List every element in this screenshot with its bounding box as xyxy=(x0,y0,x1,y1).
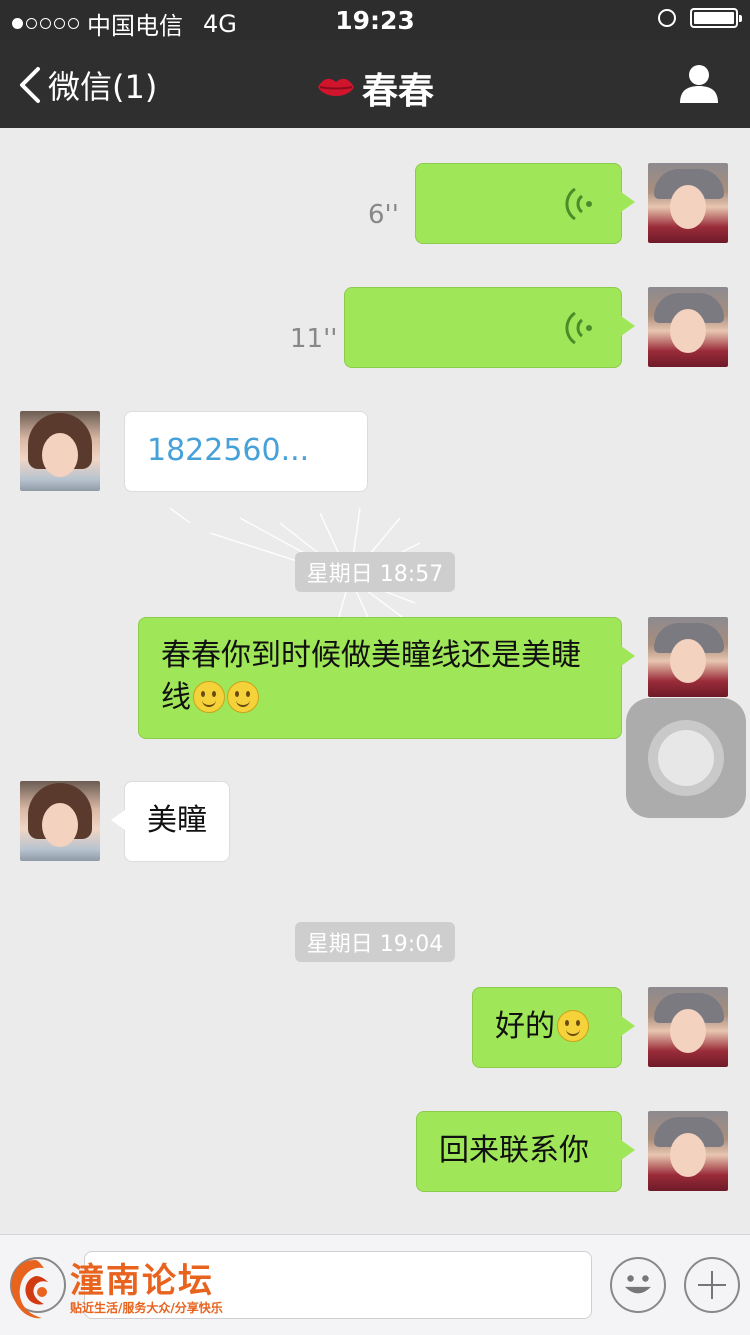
voice-wave-icon xyxy=(565,187,592,221)
contact-avatar[interactable] xyxy=(20,411,100,491)
my-avatar[interactable] xyxy=(648,617,728,697)
message-text: 美瞳 xyxy=(147,803,207,838)
message-text: 好的 xyxy=(495,1009,555,1044)
voice-message-bubble[interactable] xyxy=(415,163,635,244)
phone-number-text[interactable]: 1822560... xyxy=(147,433,309,468)
alarm-icon xyxy=(658,9,676,27)
text-message-bubble[interactable]: 好的 xyxy=(472,987,635,1068)
forum-watermark: 潼南论坛 贴近生活/服务大众/分享快乐 xyxy=(6,1254,223,1324)
chat-title: 春春 xyxy=(0,62,750,114)
status-bar: 中国电信 4G 19:23 xyxy=(0,0,750,40)
smile-emoji-icon xyxy=(227,681,259,713)
voice-duration: 11'' xyxy=(290,324,338,354)
text-message-bubble[interactable]: 美瞳 xyxy=(111,781,230,862)
message-text: 春春你到时候做美瞳线还是美睫线 xyxy=(161,638,581,715)
assistive-touch-button[interactable] xyxy=(626,698,746,818)
my-avatar[interactable] xyxy=(648,1111,728,1191)
timestamp: 星期日 19:04 xyxy=(0,922,750,962)
status-time: 19:23 xyxy=(335,6,415,35)
phone-number-bubble[interactable]: 1822560... xyxy=(124,411,368,492)
lips-icon xyxy=(317,78,354,96)
timestamp-label: 星期日 18:57 xyxy=(294,552,456,592)
person-icon[interactable] xyxy=(678,64,720,104)
my-avatar[interactable] xyxy=(648,163,728,243)
smile-emoji-icon xyxy=(557,1010,589,1042)
watermark-title: 潼南论坛 xyxy=(70,1261,214,1301)
nav-bar: 微信(1) 春春 xyxy=(0,40,750,128)
watermark-subtitle: 贴近生活/服务大众/分享快乐 xyxy=(70,1301,223,1315)
chat-area[interactable]: 6'' 11'' 1822560... 星期日 18:57 春春你到时候做美瞳线… xyxy=(0,128,750,1234)
status-right xyxy=(658,8,742,28)
text-message-bubble[interactable]: 回来联系你 xyxy=(416,1111,635,1192)
contact-avatar[interactable] xyxy=(20,781,100,861)
my-avatar[interactable] xyxy=(648,987,728,1067)
battery-icon xyxy=(690,8,742,28)
voice-wave-icon xyxy=(565,311,592,345)
message-text: 回来联系你 xyxy=(439,1133,589,1168)
smile-emoji-icon xyxy=(193,681,225,713)
my-avatar[interactable] xyxy=(648,287,728,367)
text-message-bubble[interactable]: 春春你到时候做美瞳线还是美睫线 xyxy=(138,617,635,739)
contact-name: 春春 xyxy=(361,71,434,112)
timestamp-label: 星期日 19:04 xyxy=(294,922,456,962)
forum-logo-icon xyxy=(11,1260,48,1319)
voice-message-bubble[interactable] xyxy=(344,287,635,368)
voice-duration: 6'' xyxy=(368,200,399,230)
emoji-face-icon[interactable] xyxy=(610,1257,666,1313)
plus-icon[interactable] xyxy=(684,1257,740,1313)
timestamp: 星期日 18:57 xyxy=(0,552,750,592)
